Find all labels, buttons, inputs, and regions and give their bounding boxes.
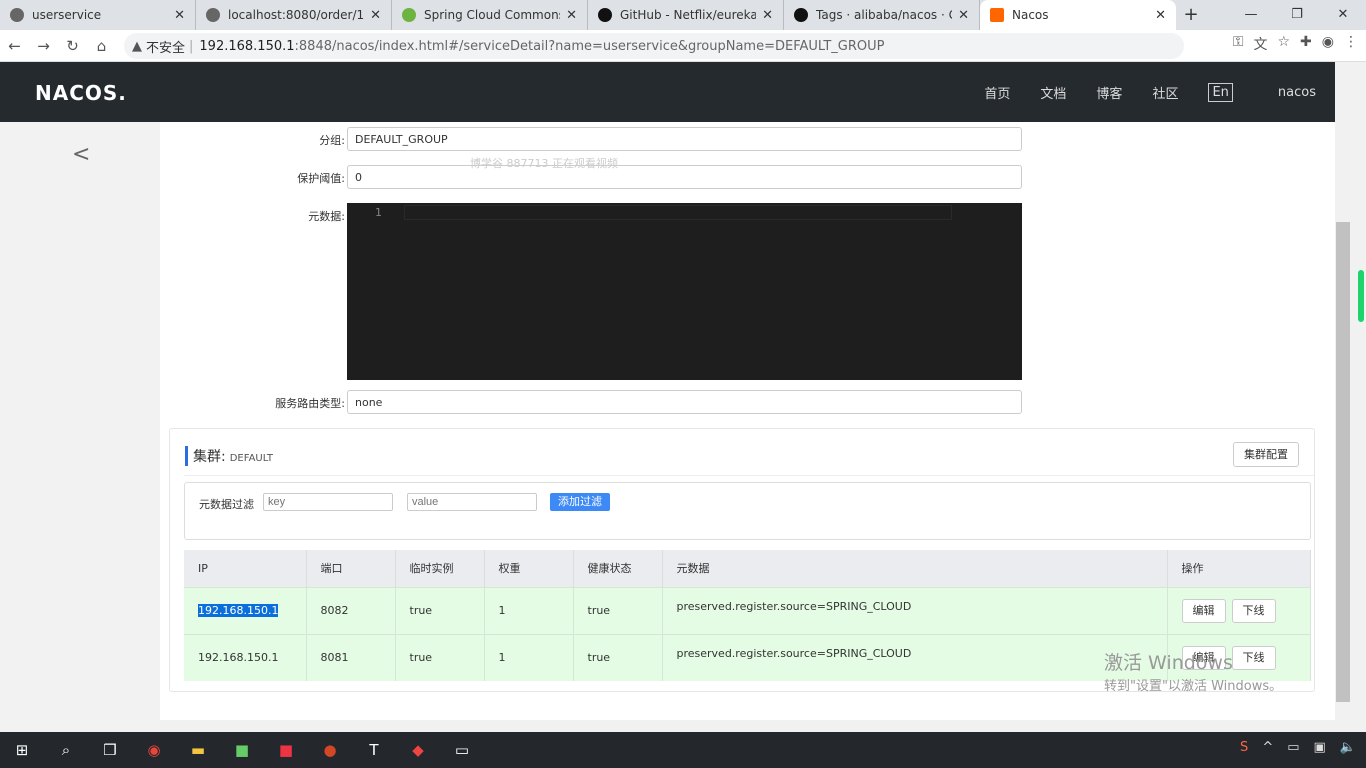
browser-tab[interactable]: GitHub - Netflix/eureka: A✕	[588, 0, 784, 30]
nav-home[interactable]: 首页	[984, 83, 1010, 102]
translate-icon[interactable]: 文	[1253, 34, 1267, 54]
close-tab-icon[interactable]: ✕	[566, 8, 577, 23]
threshold-field[interactable]: 0	[347, 165, 1022, 189]
app-icon[interactable]: ◆	[396, 741, 440, 759]
nav-community[interactable]: 社区	[1152, 83, 1178, 102]
filter-key-input[interactable]	[263, 493, 393, 511]
nav-blog[interactable]: 博客	[1096, 83, 1122, 102]
nacos-header: NACOS. 首页 文档 博客 社区 En nacos	[0, 62, 1366, 122]
close-tab-icon[interactable]: ✕	[370, 8, 381, 23]
home-icon[interactable]: ⌂	[87, 37, 116, 55]
volume-icon[interactable]: 🔈	[1340, 740, 1356, 755]
reload-icon[interactable]: ↻	[58, 37, 87, 55]
netbeans-icon[interactable]: ■	[220, 741, 264, 759]
address-bar-row: ← → ↻ ⌂ ▲ 不安全 | 192.168.150.1:8848/nacos/…	[0, 30, 1366, 62]
globe-icon	[206, 8, 220, 22]
search-icon[interactable]: ⌕	[44, 741, 88, 759]
browser-tab[interactable]: userservice ✕	[0, 0, 196, 30]
table-row: 192.168.150.1 8082 true 1 true preserved…	[184, 586, 1311, 634]
horizontal-scrollbar[interactable]	[160, 720, 1335, 732]
forward-icon[interactable]: →	[29, 37, 58, 55]
browser-tab[interactable]: Spring Cloud Commons ✕	[392, 0, 588, 30]
typora-icon[interactable]: T	[352, 741, 396, 759]
taskbar: ⊞ ⌕ ❒ ◉ ▬ ■ ■ ● T ◆ ▭ S ^ ▭ ▣ 🔈	[0, 732, 1366, 768]
back-icon[interactable]: ←	[0, 37, 29, 55]
key-icon[interactable]: ⚿	[1233, 34, 1244, 54]
nav-docs[interactable]: 文档	[1040, 83, 1066, 102]
group-field[interactable]: DEFAULT_GROUP	[347, 127, 1022, 151]
intellij-icon[interactable]: ■	[264, 741, 308, 759]
more-icon[interactable]: ⋮	[1344, 34, 1358, 54]
avatar[interactable]: ◉	[1322, 34, 1334, 54]
minimize-button[interactable]: —	[1228, 0, 1274, 30]
windows-start-icon[interactable]: ⊞	[0, 741, 44, 759]
close-tab-icon[interactable]: ✕	[174, 8, 185, 23]
browser-tab[interactable]: Tags · alibaba/nacos · GitH✕	[784, 0, 980, 30]
service-detail: 分组: DEFAULT_GROUP 博学谷 887713 正在观看视频 保护阈值:…	[160, 122, 1335, 720]
vertical-scrollbar[interactable]	[1335, 62, 1366, 732]
star-icon[interactable]: ☆	[1277, 34, 1290, 54]
file-explorer-icon[interactable]: ▬	[176, 741, 220, 759]
url-input[interactable]: ▲ 不安全 | 192.168.150.1:8848/nacos/index.ht…	[124, 33, 1184, 59]
close-tab-icon[interactable]: ✕	[1155, 8, 1166, 23]
edit-button[interactable]: 编辑	[1181, 598, 1226, 623]
tab-strip: userservice✕ localhost:8080/order/105✕ S…	[0, 0, 1366, 30]
nacos-icon	[990, 8, 1004, 22]
github-icon	[598, 8, 612, 22]
network-icon[interactable]: ▣	[1314, 740, 1326, 755]
user-menu[interactable]: nacos	[1278, 85, 1316, 100]
close-window-button[interactable]: ✕	[1320, 0, 1366, 30]
back-arrow-icon[interactable]: <	[72, 142, 90, 167]
add-filter-button[interactable]: 添加过滤	[550, 493, 610, 511]
filter-value-input[interactable]	[407, 493, 537, 511]
powerpoint-icon[interactable]: ●	[308, 741, 352, 759]
globe-icon	[10, 8, 24, 22]
warning-icon: ▲	[132, 38, 142, 54]
cluster-config-button[interactable]: 集群配置	[1233, 442, 1299, 467]
chrome-icon[interactable]: ◉	[132, 741, 176, 759]
spring-icon	[402, 8, 416, 22]
terminal-icon[interactable]: ▭	[440, 741, 484, 759]
maximize-button[interactable]: ❐	[1274, 0, 1320, 30]
task-view-icon[interactable]: ❒	[88, 741, 132, 759]
battery-icon[interactable]: ▭	[1287, 740, 1299, 755]
sidebar	[0, 122, 160, 732]
nacos-logo[interactable]: NACOS.	[35, 81, 127, 105]
close-tab-icon[interactable]: ✕	[958, 8, 969, 23]
security-label[interactable]: 不安全	[146, 37, 185, 56]
github-icon	[794, 8, 808, 22]
extensions-icon[interactable]: ✚	[1300, 34, 1312, 54]
metadata-filter: 元数据过滤 添加过滤	[184, 482, 1311, 540]
windows-activation-watermark: 激活 Windows 转到"设置"以激活 Windows。	[1104, 652, 1283, 694]
ime-icon[interactable]: S	[1240, 740, 1248, 755]
language-toggle[interactable]: En	[1208, 82, 1233, 102]
route-type-field[interactable]: none	[347, 390, 1022, 414]
cluster-title: 集群: DEFAULT	[185, 446, 273, 466]
offline-button[interactable]: 下线	[1231, 598, 1276, 623]
browser-tab[interactable]: localhost:8080/order/105✕	[196, 0, 392, 30]
new-tab-button[interactable]: +	[1176, 0, 1206, 30]
green-indicator	[1358, 270, 1364, 322]
browser-tab-active[interactable]: Nacos ✕	[980, 0, 1176, 30]
metadata-editor[interactable]: 1	[347, 203, 1022, 380]
tray-chevron-icon[interactable]: ^	[1262, 740, 1273, 755]
close-tab-icon[interactable]: ✕	[762, 8, 773, 23]
